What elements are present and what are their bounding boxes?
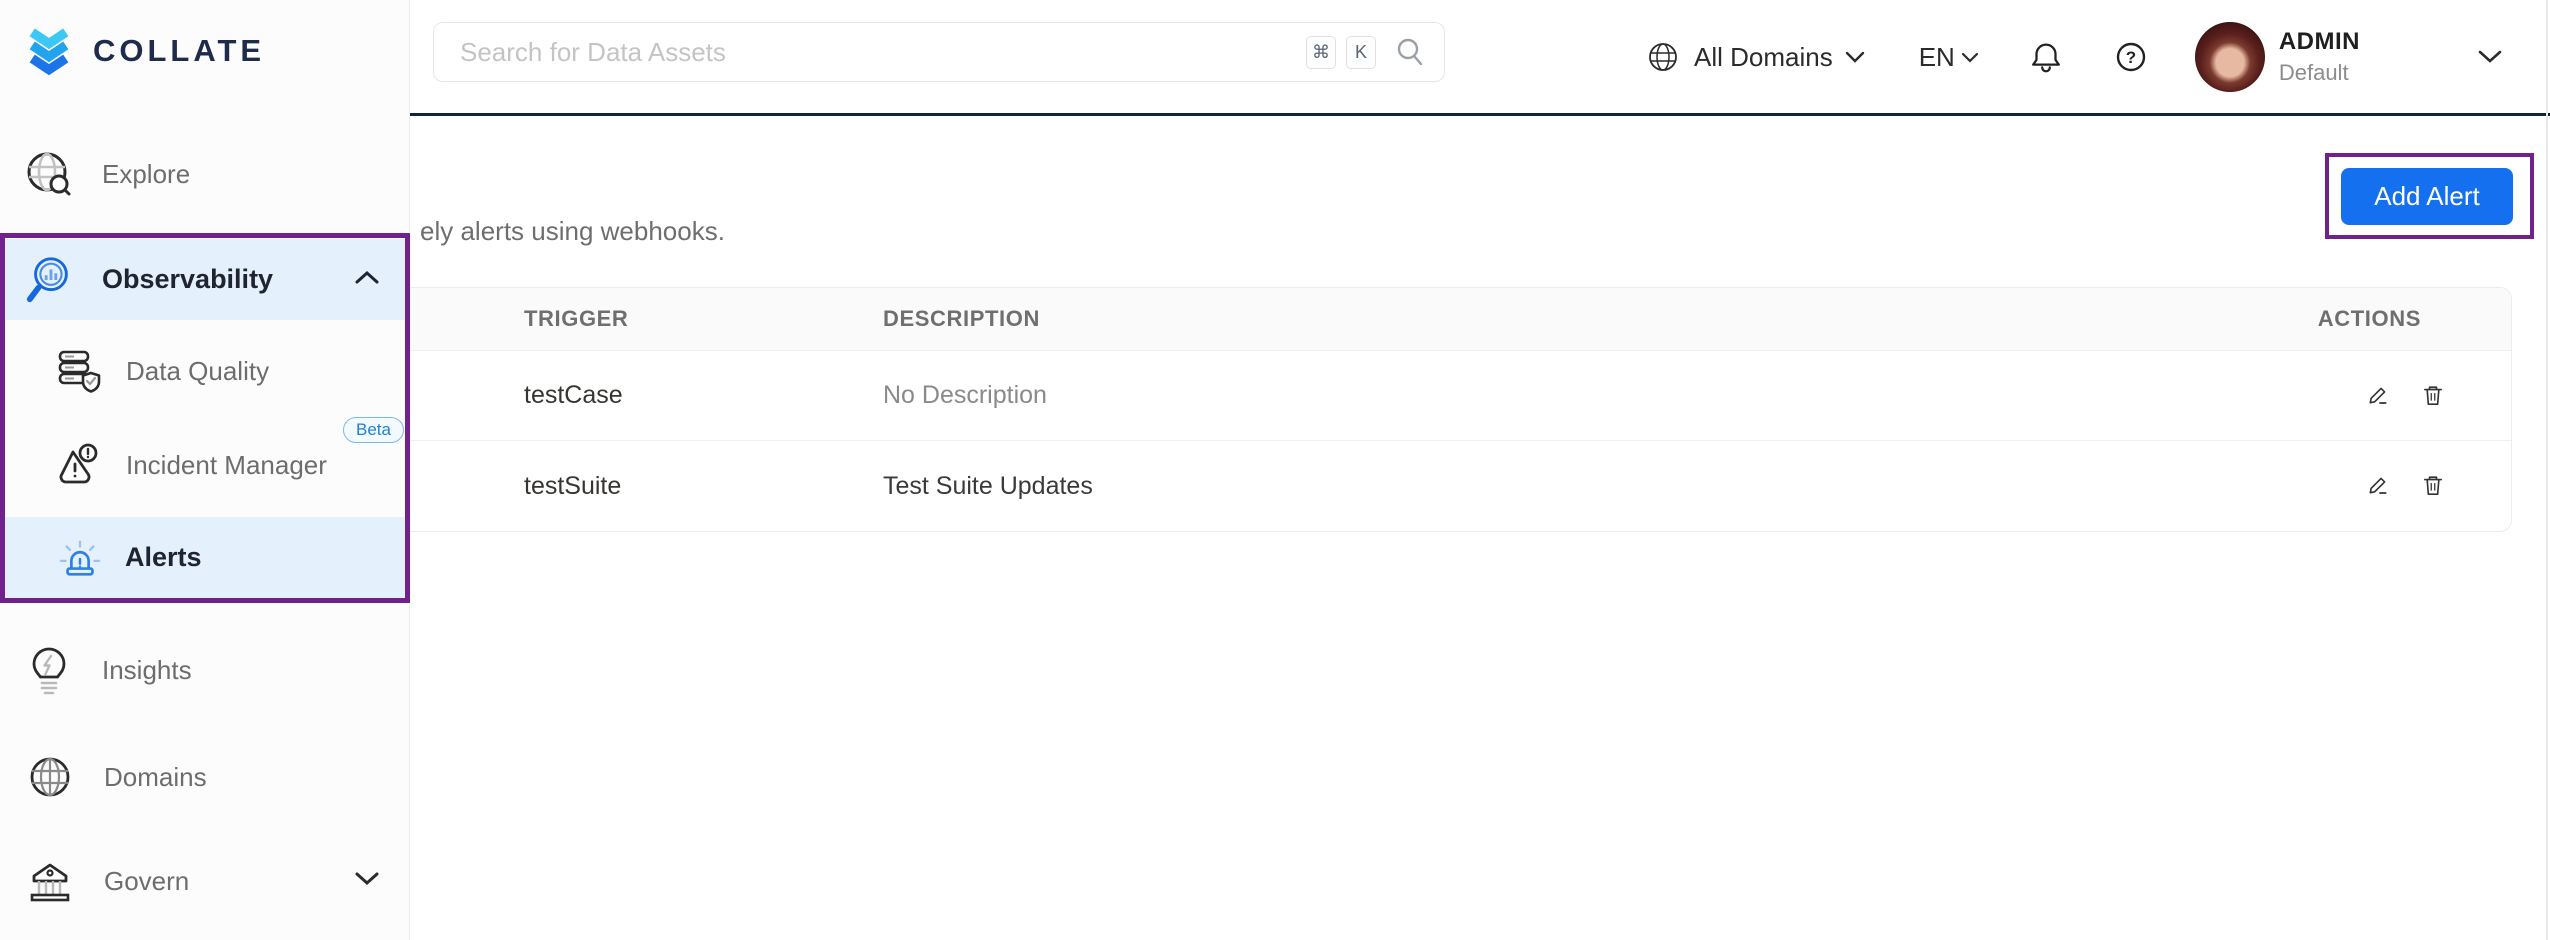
page-description: ely alerts using webhooks.: [420, 216, 725, 247]
sidebar-item-label: Domains: [104, 762, 207, 793]
sidebar-item-domains[interactable]: Domains: [0, 737, 410, 817]
govern-bank-icon: [24, 856, 76, 906]
incident-manager-warning-icon: [54, 440, 104, 490]
collate-logo-icon: [21, 22, 77, 80]
domain-selector[interactable]: All Domains: [1694, 42, 1833, 73]
alerts-siren-icon: [57, 534, 103, 582]
user-avatar[interactable]: [2195, 22, 2265, 92]
sidebar-item-label: Explore: [102, 159, 190, 190]
brand-name: COLLATE: [93, 33, 265, 69]
header-divider: [410, 113, 2550, 116]
alert-trigger-link[interactable]: testCase: [524, 381, 623, 410]
explore-globe-search-icon: [22, 147, 76, 201]
global-search[interactable]: ⌘ K: [433, 22, 1445, 82]
delete-alert-button[interactable]: [2419, 472, 2447, 500]
edit-alert-button[interactable]: [2363, 472, 2391, 500]
sidebar-item-insights[interactable]: Insights: [0, 630, 410, 710]
sidebar-item-explore[interactable]: Explore: [0, 134, 410, 214]
user-name: ADMIN: [2279, 28, 2360, 56]
edit-pencil-icon: [2363, 382, 2391, 410]
scrollbar-edge: [2546, 0, 2548, 940]
search-icon[interactable]: [1394, 36, 1426, 68]
collate-logo[interactable]: COLLATE: [21, 22, 265, 80]
help-icon[interactable]: ?: [2113, 39, 2149, 75]
trash-icon: [2419, 472, 2447, 500]
alert-trigger-link[interactable]: testSuite: [524, 472, 621, 501]
k-key-hint: K: [1346, 36, 1376, 69]
column-header-description: DESCRIPTION: [883, 306, 2231, 332]
column-header-trigger: TRIGGER: [410, 306, 883, 332]
beta-badge: Beta: [343, 417, 404, 443]
chevron-down-icon[interactable]: [1845, 51, 1865, 63]
edit-alert-button[interactable]: [2363, 382, 2391, 410]
alert-description: Test Suite Updates: [883, 472, 1093, 501]
table-header-row: TRIGGER DESCRIPTION ACTIONS: [410, 288, 2511, 351]
sidebar-item-alerts[interactable]: Alerts: [0, 517, 410, 598]
sidebar: COLLATE Explore: [0, 0, 410, 940]
chevron-up-icon[interactable]: [355, 270, 379, 289]
sidebar-item-govern[interactable]: Govern: [0, 841, 410, 921]
table-row: testCase No Description: [410, 351, 2511, 441]
svg-text:?: ?: [2126, 48, 2136, 67]
user-menu-chevron-icon[interactable]: [2478, 50, 2502, 64]
sidebar-item-data-quality[interactable]: Data Quality: [0, 331, 410, 411]
search-input[interactable]: [460, 37, 1296, 68]
sidebar-item-observability[interactable]: Observability: [0, 239, 410, 320]
sidebar-item-label: Insights: [102, 655, 192, 686]
user-role: Default: [2279, 60, 2360, 86]
top-header: ⌘ K All Domains EN: [410, 0, 2550, 114]
insights-bulb-icon: [24, 643, 74, 697]
edit-pencil-icon: [2363, 472, 2391, 500]
alerts-table: TRIGGER DESCRIPTION ACTIONS testCase No …: [410, 287, 2512, 532]
domains-globe-icon: [24, 751, 76, 803]
globe-icon: [1646, 40, 1680, 74]
chevron-down-icon[interactable]: [1961, 52, 1979, 63]
column-header-actions: ACTIONS: [2231, 306, 2511, 332]
delete-alert-button[interactable]: [2419, 382, 2447, 410]
observability-magnifier-chart-icon: [24, 253, 76, 307]
add-alert-button[interactable]: Add Alert: [2341, 168, 2513, 225]
language-selector[interactable]: EN: [1919, 42, 1955, 73]
notifications-bell-icon[interactable]: [2027, 38, 2065, 76]
sidebar-item-label: Alerts: [125, 542, 202, 573]
trash-icon: [2419, 382, 2447, 410]
sidebar-item-label: Data Quality: [126, 356, 269, 387]
sidebar-item-label: Incident Manager: [126, 450, 327, 481]
cmd-key-hint: ⌘: [1306, 36, 1336, 69]
alert-description: No Description: [883, 381, 1047, 410]
chevron-down-icon[interactable]: [355, 872, 379, 891]
sidebar-item-label: Observability: [102, 264, 273, 295]
data-quality-database-shield-icon: [54, 346, 104, 396]
sidebar-item-label: Govern: [104, 866, 189, 897]
table-row: testSuite Test Suite Updates: [410, 441, 2511, 531]
